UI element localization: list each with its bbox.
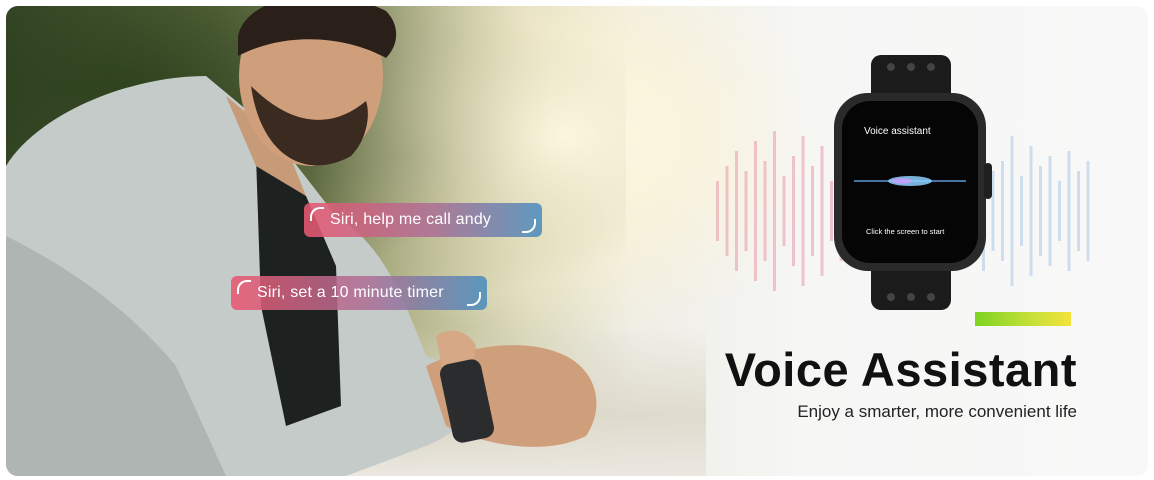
open-quote-icon	[310, 207, 324, 221]
voice-command-text: Siri, help me call andy	[330, 211, 492, 228]
waveform-bar	[773, 131, 776, 291]
waveform-bar	[1039, 166, 1042, 256]
waveform-bar	[744, 171, 748, 251]
waveform-bar	[1029, 146, 1033, 276]
voice-command-text: Siri, set a 10 minute timer	[257, 284, 444, 301]
smartwatch-product-image: Voice assistant Click the screen to star…	[834, 55, 992, 310]
man-checking-watch-photo	[6, 6, 597, 476]
subheadline: Enjoy a smarter, more convenient life	[797, 402, 1077, 421]
accent-bar	[975, 312, 1071, 326]
waveform-bar	[1048, 156, 1052, 266]
watch-screen-hint: Click the screen to start	[866, 227, 945, 236]
close-quote-icon	[522, 219, 536, 233]
waveform-bar	[792, 156, 795, 266]
waveform-bar	[725, 166, 729, 256]
waveform-bar	[1067, 151, 1071, 271]
waveform-bar	[735, 151, 738, 271]
watch-side-button	[984, 163, 992, 199]
voice-command-bubble-call: Siri, help me call andy	[304, 203, 542, 237]
waveform-bar	[716, 181, 719, 241]
open-quote-icon	[237, 280, 251, 294]
waveform-bar	[782, 176, 786, 246]
waveform-bar	[1020, 176, 1023, 246]
close-quote-icon	[467, 292, 481, 306]
voice-command-bubble-timer: Siri, set a 10 minute timer	[231, 276, 487, 310]
waveform-bar	[1001, 161, 1004, 261]
waveform-bar	[1086, 161, 1090, 261]
waveform-bar	[801, 136, 805, 286]
waveform-bar	[754, 141, 757, 281]
waveform-bar	[763, 161, 767, 261]
waveform-bar	[811, 166, 814, 256]
headline: Voice Assistant	[724, 343, 1077, 396]
waveform-bar	[1058, 181, 1061, 241]
waveform-bar	[820, 146, 824, 276]
watch-screen-title: Voice assistant	[864, 126, 931, 137]
waveform-bar	[1010, 136, 1014, 286]
waveform-bar	[1077, 171, 1080, 251]
